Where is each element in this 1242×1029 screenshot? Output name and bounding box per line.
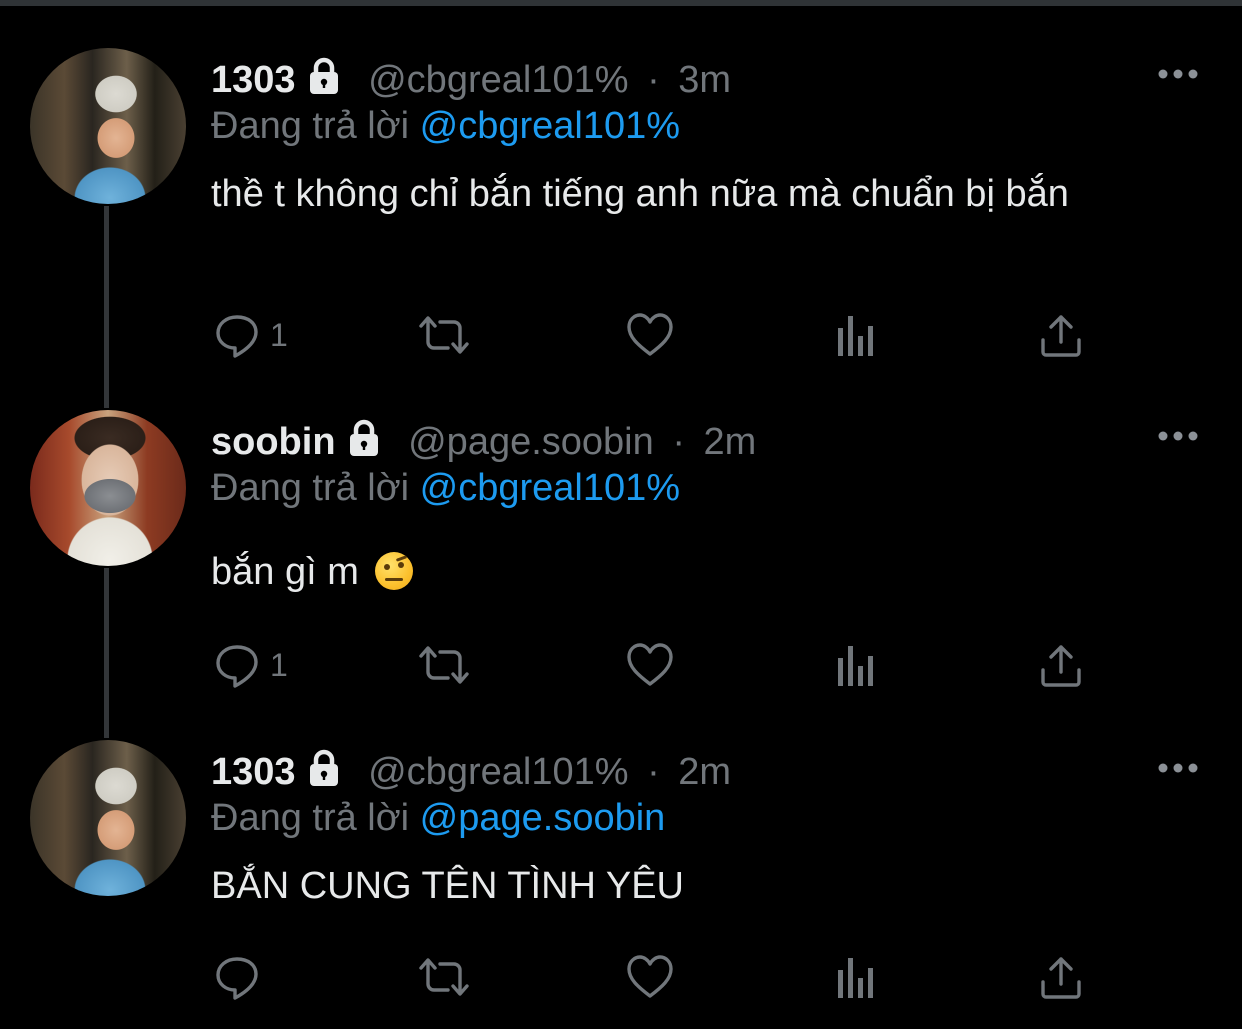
reply-icon bbox=[214, 642, 260, 688]
like-icon bbox=[626, 954, 674, 1000]
timestamp[interactable]: 2m bbox=[678, 751, 731, 793]
retweet-icon bbox=[416, 642, 472, 688]
user-handle[interactable]: @cbgreal101% bbox=[368, 751, 628, 793]
tweet-text: bắn gì m bbox=[211, 551, 359, 593]
raised-eyebrow-face-emoji bbox=[375, 552, 414, 590]
more-options-icon[interactable] bbox=[1158, 430, 1198, 442]
tweet[interactable]: 1303 @cbgreal101% · 3m Đang trả lời @cbg… bbox=[0, 0, 1242, 400]
share-button[interactable] bbox=[1040, 310, 1082, 360]
retweet-icon bbox=[416, 312, 472, 358]
action-bar bbox=[0, 952, 1242, 1002]
tweet-text: BẮN CUNG TÊN TÌNH YÊU bbox=[211, 865, 684, 907]
replying-to-label: Đang trả lời bbox=[211, 797, 410, 839]
tweet[interactable]: 1303 @cbgreal101% · 2m Đang trả lời @pag… bbox=[0, 740, 1242, 1029]
like-button[interactable] bbox=[626, 952, 674, 1002]
reply-icon bbox=[214, 312, 260, 358]
user-handle[interactable]: @page.soobin bbox=[408, 421, 654, 463]
retweet-icon bbox=[416, 954, 472, 1000]
reply-icon bbox=[214, 954, 260, 1000]
replying-to-label: Đang trả lời bbox=[211, 467, 410, 509]
share-button[interactable] bbox=[1040, 952, 1082, 1002]
separator-dot: · bbox=[647, 59, 660, 101]
tweet-header: 1303 @cbgreal101% · 3m bbox=[211, 56, 731, 102]
reply-button[interactable]: 1 bbox=[214, 310, 288, 360]
like-icon bbox=[626, 312, 674, 358]
share-icon bbox=[1040, 642, 1082, 688]
like-button[interactable] bbox=[626, 310, 674, 360]
reply-button[interactable] bbox=[214, 952, 270, 1002]
action-bar: 1 bbox=[0, 640, 1242, 690]
reply-mention-link[interactable]: @page.soobin bbox=[420, 797, 666, 839]
timestamp[interactable]: 3m bbox=[678, 59, 731, 101]
analytics-button[interactable] bbox=[836, 640, 876, 690]
separator-dot: · bbox=[647, 751, 660, 793]
share-button[interactable] bbox=[1040, 640, 1082, 690]
retweet-button[interactable] bbox=[416, 952, 472, 1002]
replying-to: Đang trả lời @cbgreal101% bbox=[211, 104, 680, 148]
like-icon bbox=[626, 642, 674, 688]
reply-count: 1 bbox=[270, 646, 288, 683]
action-bar: 1 bbox=[0, 310, 1242, 360]
reply-count: 1 bbox=[270, 316, 288, 353]
display-name[interactable]: 1303 bbox=[211, 751, 296, 793]
analytics-icon bbox=[836, 642, 876, 688]
replying-to: Đang trả lời @cbgreal101% bbox=[211, 466, 680, 510]
analytics-icon bbox=[836, 954, 876, 1000]
share-icon bbox=[1040, 954, 1082, 1000]
reply-mention-link[interactable]: @cbgreal101% bbox=[420, 105, 680, 147]
like-button[interactable] bbox=[626, 640, 674, 690]
lock-icon bbox=[304, 56, 344, 96]
display-name[interactable]: soobin bbox=[211, 421, 336, 463]
analytics-button[interactable] bbox=[836, 952, 876, 1002]
share-icon bbox=[1040, 312, 1082, 358]
avatar[interactable] bbox=[30, 410, 186, 566]
replying-to-label: Đang trả lời bbox=[211, 105, 410, 147]
avatar[interactable] bbox=[30, 48, 186, 204]
reply-mention-link[interactable]: @cbgreal101% bbox=[420, 467, 680, 509]
analytics-button[interactable] bbox=[836, 310, 876, 360]
tweet-text: thề t không chỉ bắn tiếng anh nữa mà chu… bbox=[211, 173, 1069, 215]
lock-icon bbox=[344, 418, 384, 458]
lock-icon bbox=[304, 748, 344, 788]
tweet-text-row: bắn gì m bbox=[211, 548, 1171, 596]
tweet[interactable]: soobin @page.soobin · 2m Đang trả lời @c… bbox=[0, 400, 1242, 740]
tweet-header: soobin @page.soobin · 2m bbox=[211, 418, 756, 464]
display-name[interactable]: 1303 bbox=[211, 59, 296, 101]
more-options-icon[interactable] bbox=[1158, 762, 1198, 774]
more-options-icon[interactable] bbox=[1158, 68, 1198, 80]
analytics-icon bbox=[836, 312, 876, 358]
avatar[interactable] bbox=[30, 740, 186, 896]
reply-button[interactable]: 1 bbox=[214, 640, 288, 690]
retweet-button[interactable] bbox=[416, 310, 472, 360]
user-handle[interactable]: @cbgreal101% bbox=[368, 59, 628, 101]
separator-dot: · bbox=[672, 421, 685, 463]
tweet-header: 1303 @cbgreal101% · 2m bbox=[211, 748, 731, 794]
timestamp[interactable]: 2m bbox=[704, 421, 757, 463]
retweet-button[interactable] bbox=[416, 640, 472, 690]
replying-to: Đang trả lời @page.soobin bbox=[211, 796, 665, 840]
